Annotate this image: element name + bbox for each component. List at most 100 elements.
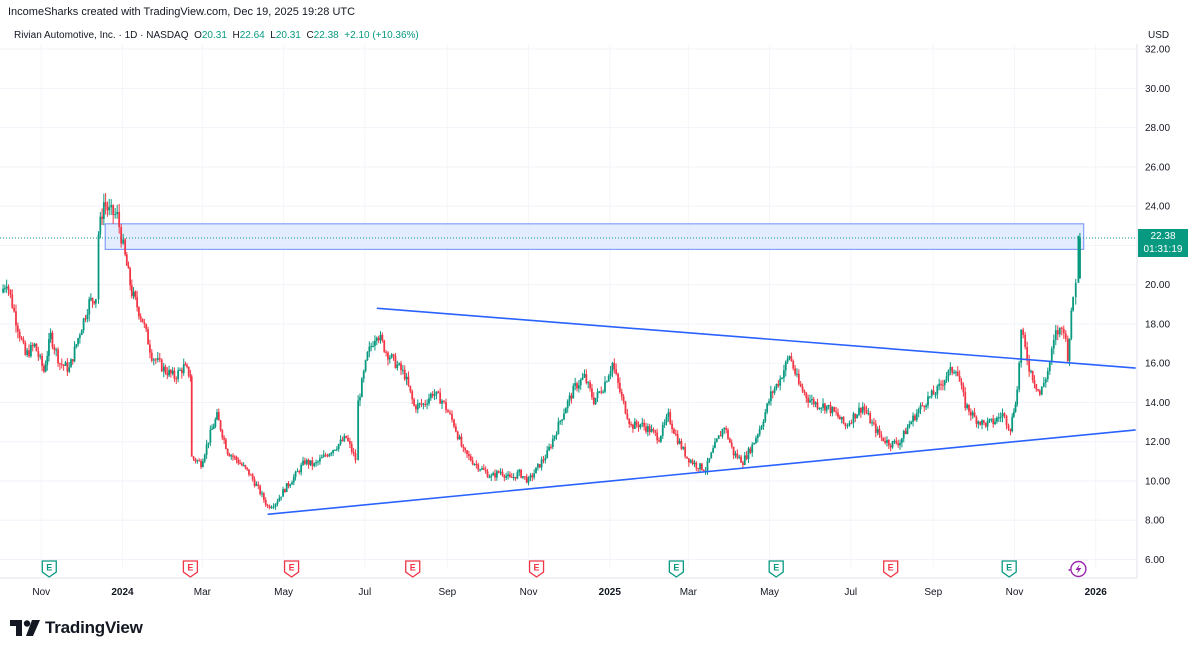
earnings-marker-icon[interactable]: E xyxy=(182,560,199,578)
earnings-marker-icon[interactable]: E xyxy=(1001,560,1017,578)
tradingview-logo-icon xyxy=(10,620,40,636)
candle-body xyxy=(20,337,23,340)
candle-body xyxy=(538,464,541,468)
candle-body xyxy=(658,440,660,442)
lower-trendline xyxy=(267,429,1136,516)
candle-body xyxy=(125,254,128,266)
candle-body xyxy=(943,380,946,386)
candle-body xyxy=(992,418,995,425)
candle-body xyxy=(11,294,14,308)
candle-body xyxy=(129,268,132,286)
candlestick-chart[interactable]: 6.00 8.00 10.00 12.00 14.00 16.00 18.00 20.00 22… xyxy=(0,0,1200,652)
candle-body xyxy=(343,435,346,441)
candle-body xyxy=(224,439,227,449)
candle-body xyxy=(755,438,757,443)
candle-body xyxy=(492,473,495,476)
candle-body xyxy=(559,420,562,422)
candle-body xyxy=(175,378,178,380)
candle-body xyxy=(548,446,550,451)
candle-body xyxy=(274,504,277,507)
candle-body xyxy=(75,344,78,347)
candle-body xyxy=(354,453,357,461)
earnings-marker-icon[interactable]: E xyxy=(528,560,545,578)
candle-body xyxy=(3,288,6,290)
earnings-marker-letter: E xyxy=(1006,563,1012,573)
candle-body xyxy=(620,391,623,397)
candle-body xyxy=(997,417,1000,419)
candle-body xyxy=(171,370,174,374)
candle-body xyxy=(732,446,735,456)
candle-body xyxy=(915,413,918,421)
candle-body xyxy=(742,462,744,465)
candle-body xyxy=(357,400,360,461)
candle-body xyxy=(792,360,795,369)
candle-body xyxy=(917,409,920,414)
candle-body xyxy=(1007,425,1010,429)
candle-body xyxy=(874,423,877,433)
earnings-marker-icon[interactable]: E xyxy=(883,560,899,578)
candle-body xyxy=(317,461,319,463)
candle-body xyxy=(723,428,726,430)
candle-body xyxy=(615,369,618,374)
earnings-marker-icon[interactable]: E xyxy=(768,560,784,578)
candle-body xyxy=(272,506,275,508)
candle-body xyxy=(801,386,804,391)
candle-body xyxy=(1068,338,1071,361)
candle-body xyxy=(94,299,97,304)
candle-body xyxy=(479,469,481,471)
candle-body xyxy=(88,299,91,315)
earnings-marker-icon[interactable]: E xyxy=(405,560,421,578)
earnings-marker-icon[interactable]: E xyxy=(41,560,57,578)
candle-body xyxy=(62,364,65,366)
candle-body xyxy=(628,419,631,425)
candle-body xyxy=(309,460,312,465)
candle-body xyxy=(207,442,210,445)
candle-body xyxy=(899,443,901,446)
tradingview-logo[interactable]: TradingView xyxy=(10,618,143,638)
candle-body xyxy=(383,340,386,352)
candle-body xyxy=(977,421,980,424)
earnings-marker-letter: E xyxy=(673,563,679,573)
candle-body xyxy=(130,285,133,297)
candle-body xyxy=(665,416,668,423)
candle-body xyxy=(345,435,348,438)
candle-body xyxy=(211,428,213,430)
candle-body xyxy=(686,456,688,459)
y-tick-label: 10.00 xyxy=(1145,476,1170,487)
candle-body xyxy=(350,444,353,452)
candle-body xyxy=(768,401,770,404)
candle-body xyxy=(9,289,12,295)
candle-body xyxy=(809,400,811,403)
candle-body xyxy=(863,406,866,410)
candle-body xyxy=(962,385,965,393)
earnings-marker-icon[interactable]: E xyxy=(283,560,300,578)
candle-body xyxy=(18,331,21,338)
candle-body xyxy=(392,354,395,356)
earnings-marker-letter: E xyxy=(773,563,779,573)
candle-body xyxy=(426,403,429,405)
candle-body xyxy=(982,420,985,423)
candle-body xyxy=(971,412,974,416)
time-axis[interactable]: Nov 2024 Mar May Jul Sep Nov 2025 Mar May Jul Sep No… xyxy=(0,577,1137,598)
candle-body xyxy=(557,421,560,435)
candle-body xyxy=(82,318,85,331)
candle-body xyxy=(33,343,36,347)
price-axis[interactable]: 6.008.0010.0012.0014.0016.0018.0020.0022… xyxy=(1136,44,1170,578)
candle-body xyxy=(418,403,421,405)
candle-body xyxy=(622,396,625,402)
candle-body xyxy=(494,473,496,478)
earnings-marker-icon[interactable]: E xyxy=(668,560,684,578)
candle-body xyxy=(835,411,838,413)
x-tick-label: Jul xyxy=(844,587,857,598)
candle-body xyxy=(1056,330,1059,335)
candle-body xyxy=(168,369,170,376)
candle-body xyxy=(377,337,380,341)
candle-body xyxy=(495,471,498,478)
candle-body xyxy=(1072,297,1074,311)
candle-body xyxy=(143,322,146,325)
event-markers[interactable]: EEEEEEEEE xyxy=(41,560,1087,578)
candle-body xyxy=(585,374,588,383)
event-lightning-icon[interactable] xyxy=(1068,560,1087,578)
candle-body xyxy=(416,403,419,410)
candle-body xyxy=(831,407,834,414)
